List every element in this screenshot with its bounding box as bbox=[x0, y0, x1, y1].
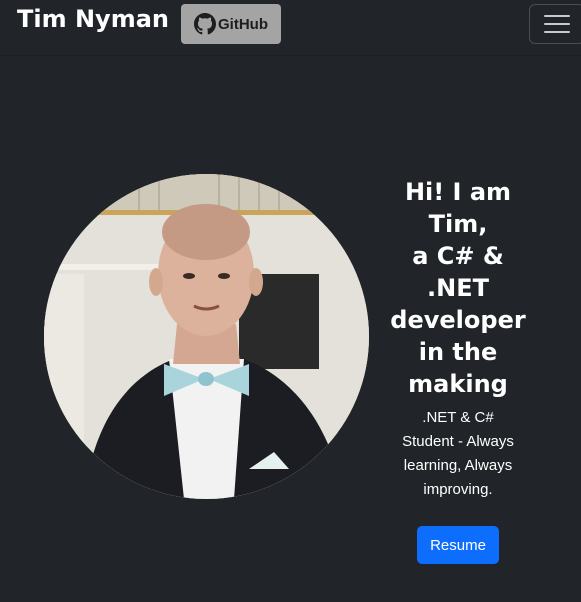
github-button[interactable]: GitHub bbox=[181, 4, 281, 44]
menu-toggle-button[interactable] bbox=[529, 4, 581, 44]
brand-link[interactable]: Tim Nyman bbox=[17, 5, 169, 33]
hamburger-menu-icon bbox=[544, 15, 570, 17]
profile-photo bbox=[44, 174, 369, 499]
github-label: GitHub bbox=[218, 15, 268, 33]
navbar: Tim Nyman GitHub bbox=[0, 0, 581, 56]
hero-subtitle: .NET & C# Student - Always learning, Alw… bbox=[402, 409, 514, 498]
hero-text: Hi! I am Tim, a C# & .NET developer in t… bbox=[388, 176, 528, 502]
hero-title: Hi! I am Tim, a C# & .NET developer in t… bbox=[390, 178, 526, 398]
resume-button[interactable]: Resume bbox=[417, 526, 499, 564]
github-icon bbox=[194, 13, 216, 35]
